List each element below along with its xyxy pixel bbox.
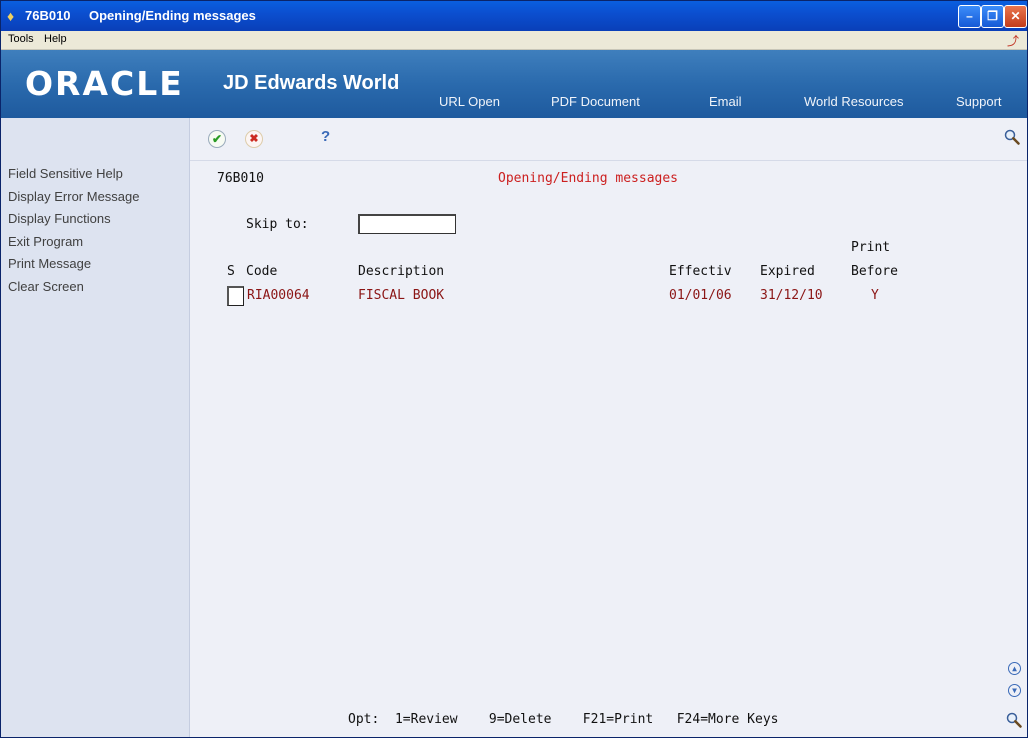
sidebar-item-clear-screen[interactable]: Clear Screen	[8, 279, 84, 294]
sidebar-item-exit-program[interactable]: Exit Program	[8, 234, 83, 249]
header-print: Print	[851, 240, 891, 255]
search-icon[interactable]	[1004, 129, 1020, 145]
form-area: 76B010 Opening/Ending messages Skip to: …	[190, 161, 1027, 737]
nav-pdf-document[interactable]: PDF Document	[551, 94, 640, 109]
cancel-icon[interactable]: ✖	[245, 130, 263, 148]
pin-icon[interactable]: ⤴	[1007, 32, 1019, 49]
header-description: Description	[358, 264, 445, 279]
header-code: Code	[246, 264, 278, 279]
sidebar-item-field-sensitive-help[interactable]: Field Sensitive Help	[8, 166, 123, 181]
row-print-before: Y	[871, 288, 879, 303]
nav-support[interactable]: Support	[956, 94, 1002, 109]
header-effectiv: Effectiv	[669, 264, 732, 279]
row-code: RIA00064	[247, 288, 310, 303]
sidebar-item-display-functions[interactable]: Display Functions	[8, 211, 111, 226]
form-heading: Opening/Ending messages	[498, 171, 679, 186]
row-expired: 31/12/10	[760, 288, 823, 303]
header-s: S	[227, 264, 235, 279]
app-window: ♦ 76B010 Opening/Ending messages – ❐ ✕ T…	[0, 0, 1028, 738]
menu-help[interactable]: Help	[44, 33, 67, 45]
skip-to-input[interactable]	[358, 214, 456, 234]
app-icon: ♦	[7, 8, 15, 24]
nav-email[interactable]: Email	[709, 94, 742, 109]
menu-tools[interactable]: Tools	[8, 33, 34, 45]
window-program-code: 76B010	[25, 8, 71, 23]
header-expired: Expired	[760, 264, 815, 279]
window-title: Opening/Ending messages	[89, 8, 256, 23]
search-icon[interactable]	[1006, 712, 1022, 728]
jde-world-logo: JD Edwards World	[223, 72, 400, 94]
sidebar-item-display-error-message[interactable]: Display Error Message	[8, 189, 140, 204]
ok-icon[interactable]: ✔	[208, 130, 226, 148]
restore-button[interactable]: ❐	[981, 5, 1004, 28]
header-before: Before	[851, 264, 898, 279]
close-button[interactable]: ✕	[1004, 5, 1027, 28]
scroll-up-icon[interactable]: ▲	[1008, 662, 1021, 675]
function-key-footer: Opt: 1=Review 9=Delete F21=Print F24=Mor…	[348, 712, 779, 727]
oracle-logo: ORACLE	[25, 64, 184, 103]
row-description: FISCAL BOOK	[358, 288, 445, 303]
row-select-field[interactable]	[227, 286, 244, 306]
sidebar-item-print-message[interactable]: Print Message	[8, 256, 91, 271]
toolbar: ✔ ✖ ?	[190, 118, 1027, 161]
scroll-down-icon[interactable]: ▼	[1008, 684, 1021, 697]
nav-world-resources[interactable]: World Resources	[804, 94, 903, 109]
row-effectiv: 01/01/06	[669, 288, 732, 303]
title-bar: ♦ 76B010 Opening/Ending messages – ❐ ✕	[1, 1, 1027, 31]
skip-to-label: Skip to:	[246, 217, 309, 232]
minimize-button[interactable]: –	[958, 5, 981, 28]
sidebar: Field Sensitive Help Display Error Messa…	[1, 118, 190, 737]
nav-url-open[interactable]: URL Open	[439, 94, 500, 109]
help-icon[interactable]: ?	[321, 128, 330, 145]
menu-bar: Tools Help ⤴	[1, 31, 1027, 50]
program-id: 76B010	[217, 171, 264, 186]
banner: ORACLE JD Edwards World URL Open PDF Doc…	[1, 50, 1027, 118]
